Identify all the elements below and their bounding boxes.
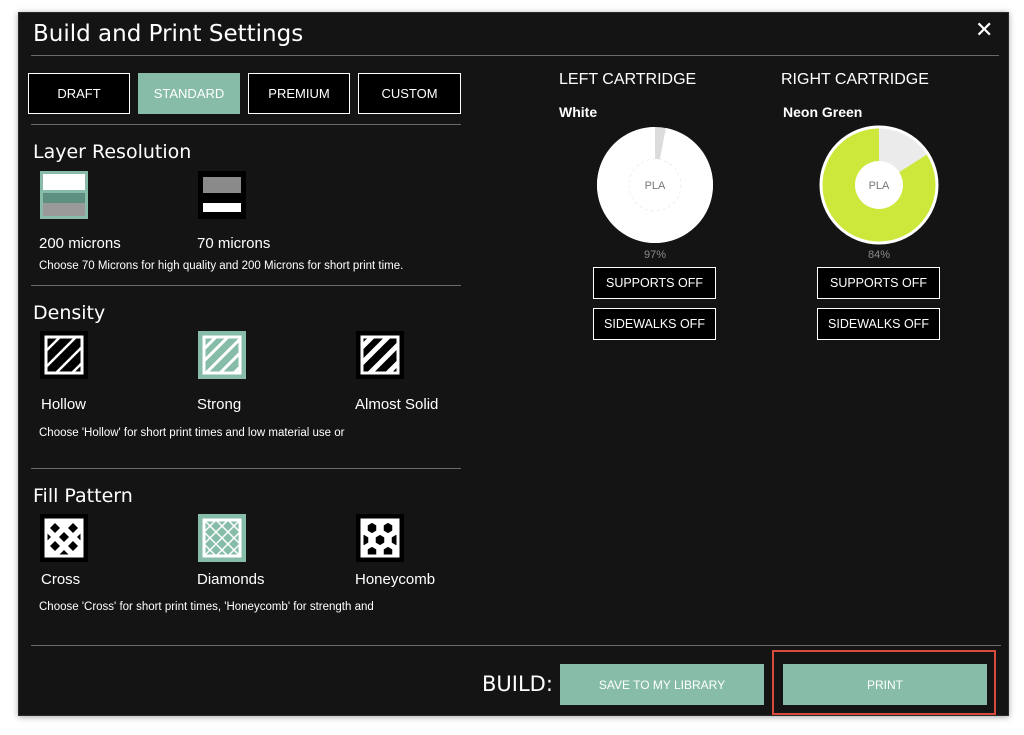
fill-diamonds-icon[interactable] (198, 514, 246, 562)
left-cartridge-percent: 97% (643, 249, 667, 261)
left-supports-toggle[interactable]: SUPPORTS OFF (593, 267, 716, 299)
fill-pattern-title: Fill Pattern (33, 485, 133, 507)
title-divider (31, 55, 999, 56)
resolution-70-label: 70 microns (197, 235, 271, 252)
left-cartridge-material: PLA (645, 180, 666, 192)
right-cartridge-title: RIGHT CARTRIDGE (781, 71, 929, 88)
right-cartridge-percent: 84% (867, 249, 891, 261)
density-title: Density (33, 302, 106, 324)
fill-honeycomb-label: Honeycomb (355, 571, 436, 588)
resolution-70-icon[interactable] (198, 171, 246, 219)
density-strong-icon[interactable] (198, 331, 246, 379)
fill-pattern-hint: Choose 'Cross' for short print times, 'H… (39, 601, 374, 613)
right-sidewalks-toggle[interactable]: SIDEWALKS OFF (817, 308, 940, 340)
close-icon[interactable]: ✕ (975, 17, 993, 43)
layer-resolution-hint: Choose 70 Microns for high quality and 2… (39, 260, 404, 272)
density-almost-solid-icon[interactable] (356, 331, 404, 379)
dialog-title: Build and Print Settings (33, 21, 304, 47)
tab-draft[interactable]: DRAFT (28, 73, 130, 114)
build-print-settings-dialog: Build and Print Settings ✕ DRAFT STANDAR… (18, 12, 1009, 716)
density-divider (31, 468, 461, 469)
build-label: BUILD: (482, 672, 553, 696)
left-sidewalks-toggle[interactable]: SIDEWALKS OFF (593, 308, 716, 340)
footer-divider (31, 645, 1001, 646)
resolution-200-icon[interactable] (40, 171, 88, 219)
fill-cross-icon[interactable] (40, 514, 88, 562)
save-to-library-button[interactable]: SAVE TO MY LIBRARY (560, 664, 764, 705)
fill-diamonds-label: Diamonds (197, 571, 265, 588)
resolution-200-label: 200 microns (39, 235, 121, 252)
left-cartridge-gauge: PLA (596, 127, 713, 243)
right-cartridge-gauge: PLA (819, 125, 939, 245)
tab-premium[interactable]: PREMIUM (248, 73, 350, 114)
density-strong-label: Strong (197, 396, 242, 413)
resolution-divider (31, 285, 461, 286)
density-hollow-icon[interactable] (40, 331, 88, 379)
left-cartridge-title: LEFT CARTRIDGE (559, 71, 697, 88)
fill-cross-label: Cross (41, 571, 81, 588)
layer-resolution-title: Layer Resolution (33, 141, 192, 163)
density-almost-solid-label: Almost Solid (355, 396, 439, 413)
print-button[interactable]: PRINT (783, 664, 987, 705)
fill-honeycomb-icon[interactable] (356, 514, 404, 562)
right-supports-toggle[interactable]: SUPPORTS OFF (817, 267, 940, 299)
density-hint: Choose 'Hollow' for short print times an… (39, 427, 345, 439)
density-hollow-label: Hollow (41, 396, 87, 413)
left-cartridge-color: White (559, 104, 598, 120)
tabs-divider (31, 124, 461, 125)
right-cartridge-color: Neon Green (783, 104, 863, 120)
right-cartridge-material: PLA (869, 180, 890, 192)
tab-custom[interactable]: CUSTOM (358, 73, 461, 114)
tab-standard[interactable]: STANDARD (138, 73, 240, 114)
